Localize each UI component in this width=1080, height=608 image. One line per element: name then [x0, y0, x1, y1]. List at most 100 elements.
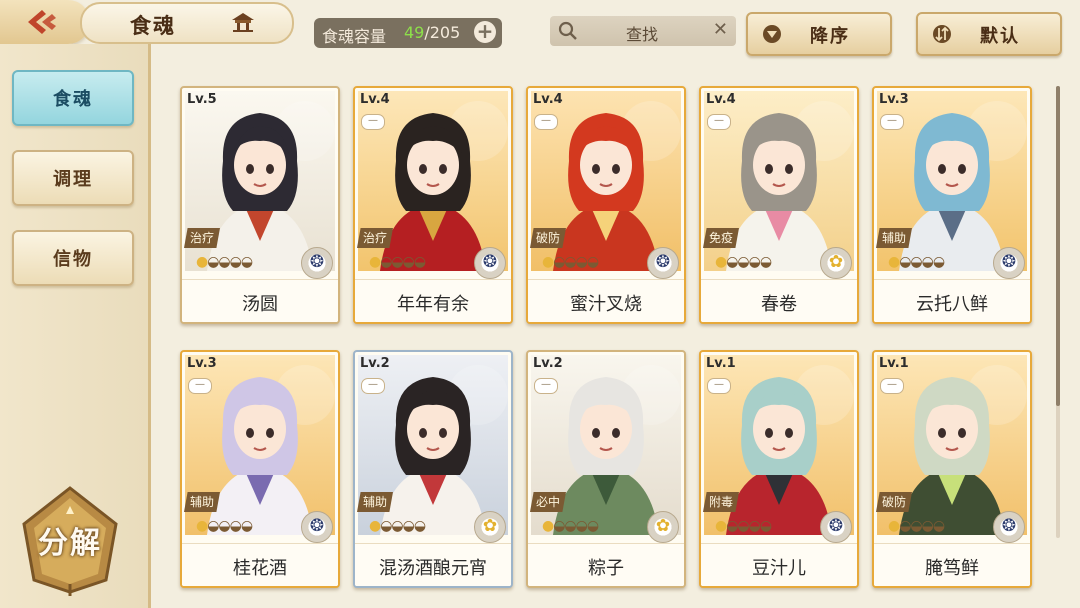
search-icon: [558, 21, 578, 45]
element-emblem-icon: ✿: [647, 511, 679, 543]
search-placeholder: 查找: [626, 25, 659, 44]
character-name: 春卷: [761, 294, 797, 315]
food-soul-card[interactable]: Lv.4 — 治疗 ●◒◒◒◒ ❂ 年年有余: [353, 86, 513, 324]
name-strip: 混汤酒酿元宵: [355, 543, 511, 586]
food-soul-card[interactable]: Lv.1 — 破防 ●◒◒◒◒ ❂ 腌笃鲜: [872, 350, 1032, 588]
decompose-button[interactable]: 分解: [14, 484, 126, 596]
name-strip: 腌笃鲜: [874, 543, 1030, 586]
scroll-thumb[interactable]: [1056, 86, 1060, 406]
level-label: Lv.3: [879, 92, 909, 107]
level-label: Lv.1: [706, 356, 736, 371]
food-soul-card[interactable]: Lv.3 — 辅助 ●◒◒◒◒ ❂ 云托八鲜: [872, 86, 1032, 324]
role-badge: 治疗: [184, 228, 220, 248]
element-emblem-icon: ❂: [820, 511, 852, 543]
lock-icon[interactable]: —: [707, 114, 731, 130]
character-name: 豆汁儿: [752, 558, 806, 579]
food-soul-card[interactable]: Lv.1 — 附毒 ●◒◒◒◒ ❂ 豆汁儿: [699, 350, 859, 588]
star-rating: ●◒◒◒◒: [888, 254, 945, 270]
element-emblem-icon: ❂: [647, 247, 679, 279]
role-badge: 免疫: [703, 228, 739, 248]
star-rating: ●◒◒◒◒: [369, 254, 426, 270]
character-name: 年年有余: [397, 294, 469, 315]
element-emblem-icon: ✿: [820, 247, 852, 279]
food-soul-card[interactable]: Lv.3 — 辅助 ●◒◒◒◒ ❂ 桂花酒: [180, 350, 340, 588]
level-label: Lv.2: [533, 356, 563, 371]
level-label: Lv.3: [187, 356, 217, 371]
tab-label: 调理: [53, 169, 93, 190]
role-badge: 必中: [530, 492, 566, 512]
name-strip: 云托八鲜: [874, 279, 1030, 322]
star-rating: ●◒◒◒◒: [196, 518, 253, 534]
lock-icon[interactable]: —: [707, 378, 731, 394]
sort-arrows-icon: [932, 25, 952, 47]
role-badge: 附毒: [703, 492, 739, 512]
sort-default-label: 默认: [980, 26, 1020, 47]
name-strip: 豆汁儿: [701, 543, 857, 586]
expand-capacity-button[interactable]: +: [474, 21, 496, 43]
element-emblem-icon: ❂: [301, 247, 333, 279]
triangle-down-icon: [762, 25, 782, 47]
element-emblem-icon: ❂: [993, 247, 1025, 279]
home-icon[interactable]: [230, 11, 256, 37]
level-label: Lv.1: [879, 356, 909, 371]
level-label: Lv.5: [187, 92, 217, 107]
star-rating: ●◒◒◒◒: [888, 518, 945, 534]
scrollbar[interactable]: [1056, 86, 1060, 538]
character-name: 云托八鲜: [916, 294, 988, 315]
star-rating: ●◒◒◒◒: [542, 254, 599, 270]
star-rating: ●◒◒◒◒: [196, 254, 253, 270]
lock-icon[interactable]: —: [361, 114, 385, 130]
back-button[interactable]: [0, 0, 90, 44]
element-emblem-icon: ✿: [474, 511, 506, 543]
clear-icon[interactable]: ✕: [713, 19, 728, 40]
star-rating: ●◒◒◒◒: [715, 254, 772, 270]
role-badge: 治疗: [357, 228, 393, 248]
food-soul-card[interactable]: Lv.2 — 必中 ●◒◒◒◒ ✿ 粽子: [526, 350, 686, 588]
food-soul-card[interactable]: Lv.2 — 辅助 ●◒◒◒◒ ✿ 混汤酒酿元宵: [353, 350, 513, 588]
lock-icon[interactable]: —: [534, 378, 558, 394]
name-strip: 春卷: [701, 279, 857, 322]
star-rating: ●◒◒◒◒: [542, 518, 599, 534]
element-emblem-icon: ❂: [474, 247, 506, 279]
capacity-display: 食魂容量 49/205 +: [314, 18, 502, 48]
lock-icon[interactable]: —: [361, 378, 385, 394]
character-name: 汤圆: [242, 294, 278, 315]
sort-order-button[interactable]: 降序: [746, 12, 892, 56]
lock-icon[interactable]: —: [880, 378, 904, 394]
character-name: 桂花酒: [233, 558, 287, 579]
food-soul-grid: Lv.5 治疗 ●◒◒◒◒ ❂ 汤圆 Lv.4— 治疗 ●◒◒◒◒ ❂ 年年有余 Lv.4— 破防 ●◒…: [180, 86, 1040, 596]
lock-icon[interactable]: —: [188, 378, 212, 394]
search-box[interactable]: 查找 ✕: [550, 16, 736, 46]
level-label: Lv.4: [533, 92, 563, 107]
sort-order-label: 降序: [810, 26, 850, 47]
level-label: Lv.4: [706, 92, 736, 107]
lock-icon[interactable]: —: [534, 114, 558, 130]
name-strip: 桂花酒: [182, 543, 338, 586]
lock-icon[interactable]: —: [880, 114, 904, 130]
role-badge: 破防: [876, 492, 912, 512]
food-soul-card[interactable]: Lv.4 — 免疫 ●◒◒◒◒ ✿ 春卷: [699, 86, 859, 324]
name-strip: 汤圆: [182, 279, 338, 322]
name-strip: 蜜汁叉烧: [528, 279, 684, 322]
level-label: Lv.4: [360, 92, 390, 107]
tab-label: 食魂: [53, 89, 93, 110]
role-badge: 破防: [530, 228, 566, 248]
tab-token[interactable]: 信物: [12, 230, 134, 286]
top-bar: 食魂 食魂容量 49/205 + 查找 ✕ 降序 默认: [0, 0, 1080, 56]
food-soul-card[interactable]: Lv.5 治疗 ●◒◒◒◒ ❂ 汤圆: [180, 86, 340, 324]
title-plate: 食魂: [80, 2, 294, 44]
element-emblem-icon: ❂: [993, 511, 1025, 543]
role-badge: 辅助: [184, 492, 220, 512]
tab-label: 信物: [53, 249, 93, 270]
capacity-count: 49/205: [404, 23, 461, 42]
sort-default-button[interactable]: 默认: [916, 12, 1062, 56]
tab-cooking[interactable]: 调理: [12, 150, 134, 206]
capacity-label: 食魂容量: [322, 27, 387, 46]
role-badge: 辅助: [357, 492, 393, 512]
page-title: 食魂: [130, 14, 176, 38]
character-name: 粽子: [588, 558, 624, 579]
decompose-label: 分解: [38, 526, 102, 561]
role-badge: 辅助: [876, 228, 912, 248]
tab-food-soul[interactable]: 食魂: [12, 70, 134, 126]
food-soul-card[interactable]: Lv.4 — 破防 ●◒◒◒◒ ❂ 蜜汁叉烧: [526, 86, 686, 324]
